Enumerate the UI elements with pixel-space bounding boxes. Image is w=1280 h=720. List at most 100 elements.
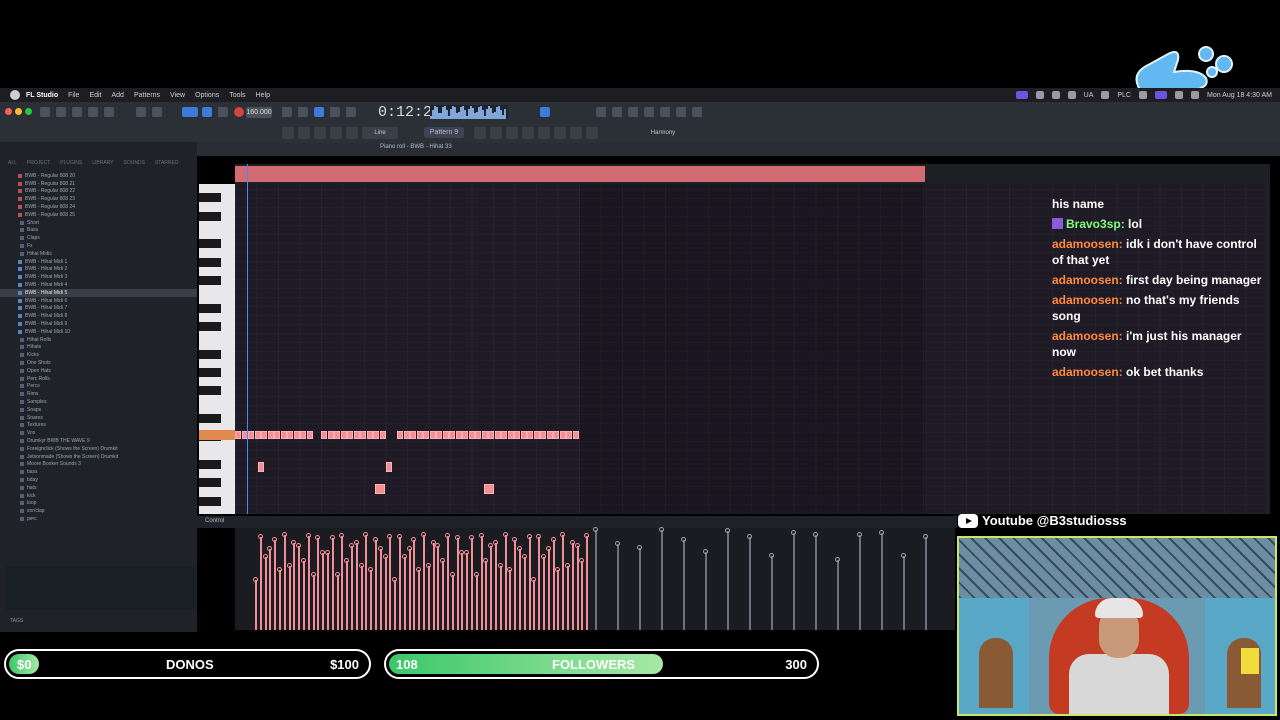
velocity-bar[interactable] [430, 539, 436, 630]
browser-item[interactable]: Hihat Rolls [0, 336, 197, 344]
menu-tools[interactable]: Tools [229, 92, 245, 99]
midi-note[interactable] [423, 431, 429, 439]
velocity-bar[interactable] [320, 549, 326, 630]
midi-note[interactable] [375, 484, 385, 494]
stamp-icon[interactable] [346, 127, 358, 139]
velocity-bar[interactable] [301, 558, 306, 630]
maximize-window-icon[interactable] [25, 108, 32, 115]
browser-item[interactable]: perc [0, 515, 197, 523]
arrow-icon[interactable] [298, 127, 310, 139]
midi-note[interactable] [386, 462, 392, 472]
midi-note[interactable] [248, 431, 254, 439]
search-icon[interactable] [1191, 91, 1199, 99]
midi-note[interactable] [327, 431, 334, 439]
velocity-bar[interactable] [416, 567, 422, 630]
pattern-selector[interactable]: Pattern 9 [424, 127, 464, 138]
midi-note[interactable] [397, 431, 403, 439]
velocity-bar[interactable] [329, 535, 335, 630]
snap-icon[interactable] [282, 127, 294, 139]
midi-note[interactable] [347, 431, 353, 439]
browser-item[interactable]: Perc Rolls [0, 375, 197, 383]
velocity-bar[interactable] [541, 553, 546, 630]
velocity-bar-inactive[interactable] [769, 552, 774, 630]
menu-app[interactable]: FL Studio [26, 92, 58, 99]
control-label[interactable]: Control [205, 518, 224, 524]
velocity-bar-inactive[interactable] [681, 537, 686, 630]
midi-note[interactable] [379, 431, 386, 439]
midi-note[interactable] [254, 431, 261, 439]
browser-item[interactable]: BWB - Hihat Midi 9 [0, 320, 197, 328]
browser-item[interactable]: BWB - Hihat Midi 10 [0, 328, 197, 336]
midi-note[interactable] [321, 431, 327, 439]
velocity-bar[interactable] [517, 546, 522, 630]
browser-item[interactable]: kick [0, 492, 197, 500]
midi-note[interactable] [566, 431, 572, 439]
black-key[interactable] [199, 349, 221, 359]
shield-icon[interactable] [1101, 91, 1110, 99]
browser-item[interactable]: Claps [0, 234, 197, 242]
velocity-bar[interactable] [267, 546, 273, 630]
browser-item[interactable]: bday [0, 476, 197, 484]
velocity-bar[interactable] [344, 558, 350, 630]
midi-note[interactable] [481, 431, 488, 439]
playlist-icon[interactable] [474, 127, 486, 139]
apple-icon[interactable] [10, 90, 20, 100]
browser-item[interactable]: BWB - Hihat Midi 4 [0, 281, 197, 289]
velocity-bar[interactable] [281, 532, 287, 630]
velocity-bar[interactable] [488, 542, 494, 630]
browser-item[interactable]: Rims [0, 390, 197, 398]
playhead[interactable] [247, 164, 248, 514]
velocity-bar[interactable] [305, 532, 311, 630]
midi-note[interactable] [468, 431, 475, 439]
velocity-bar-inactive[interactable] [615, 540, 620, 630]
midi-note[interactable] [360, 431, 366, 439]
pin-icon[interactable] [586, 127, 598, 139]
velocity-bar-inactive[interactable] [901, 552, 906, 630]
undo-icon[interactable] [104, 107, 114, 117]
display-icon[interactable] [1035, 91, 1044, 99]
midi-note[interactable] [274, 431, 280, 439]
midi-note[interactable] [353, 431, 360, 439]
velocity-bar[interactable] [560, 532, 566, 630]
channel-rack-icon[interactable] [628, 107, 638, 117]
velocity-bar-inactive[interactable] [593, 527, 598, 630]
play-icon[interactable] [202, 107, 212, 117]
midi-note[interactable] [484, 484, 494, 494]
browser-item[interactable]: Vox [0, 429, 197, 437]
tab-sounds[interactable]: SOUNDS [124, 160, 145, 166]
grid-icon[interactable] [506, 127, 518, 139]
wait-input-icon[interactable] [346, 107, 356, 117]
piano-roll-icon[interactable] [644, 107, 654, 117]
velocity-bar[interactable] [277, 567, 282, 630]
browser-item[interactable]: BWB - Hihat Midi 2 [0, 266, 197, 274]
velocity-bar[interactable] [493, 539, 498, 630]
midi-note[interactable] [462, 431, 468, 439]
browser-item[interactable]: Percs [0, 383, 197, 391]
black-key[interactable] [199, 211, 221, 221]
record-icon[interactable] [1051, 91, 1060, 99]
link-icon[interactable] [330, 127, 342, 139]
midi-note[interactable] [527, 431, 533, 439]
browser-item[interactable]: Drumkyr BWB THE WAVE 9 [0, 437, 197, 445]
black-key[interactable] [199, 368, 221, 377]
velocity-bar[interactable] [387, 533, 393, 630]
browser-item[interactable]: Textures [0, 422, 197, 430]
browser-item[interactable]: BWB - Hihat Midi 6 [0, 297, 197, 305]
velocity-bar[interactable] [257, 533, 263, 630]
wifi-icon[interactable] [1175, 91, 1183, 99]
velocity-bar[interactable] [291, 539, 297, 630]
browser-item[interactable]: loop [0, 499, 197, 507]
line-mode-select[interactable]: Line [362, 127, 398, 139]
black-key[interactable] [199, 276, 221, 285]
velocity-bar[interactable] [358, 562, 364, 630]
mic-icon[interactable] [570, 127, 582, 139]
cut-icon[interactable] [40, 107, 50, 117]
velocity-bar-inactive[interactable] [879, 529, 884, 630]
velocity-bar[interactable] [454, 535, 460, 630]
browser-item[interactable]: BWB - Regular 808 22 [0, 188, 197, 196]
velocity-bar[interactable] [574, 542, 580, 630]
velocity-bar[interactable] [310, 572, 316, 630]
velocity-bar[interactable] [469, 535, 474, 630]
velocity-bar[interactable] [440, 558, 446, 630]
tab-starred[interactable]: STARRED [155, 160, 179, 166]
